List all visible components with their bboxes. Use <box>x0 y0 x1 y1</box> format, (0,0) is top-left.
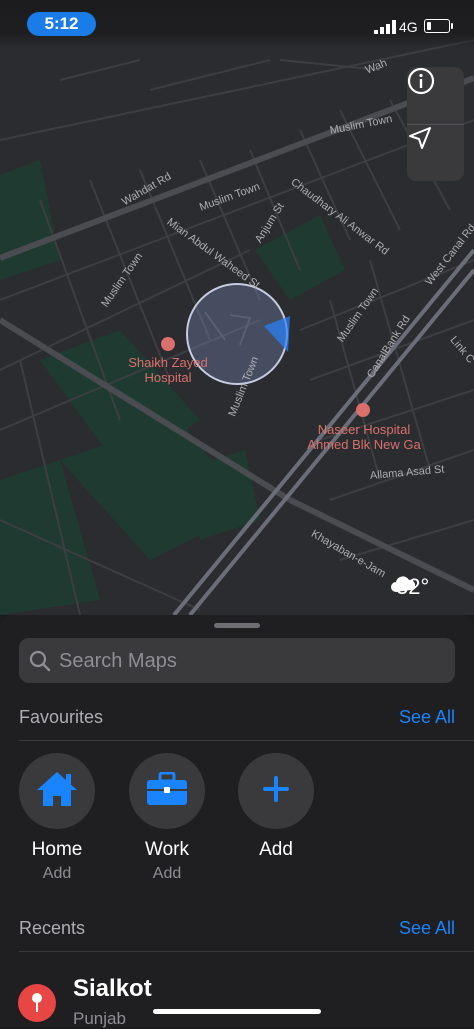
cellular-signal-icon <box>374 20 396 39</box>
recents-title: Recents <box>19 918 86 938</box>
map-controls <box>407 67 464 181</box>
search-input[interactable] <box>57 638 451 685</box>
favourite-subtitle: Add <box>152 865 182 882</box>
status-bar: 5:12 4G <box>0 0 474 48</box>
favourite-home-circle[interactable] <box>19 753 95 829</box>
favourite-work[interactable]: Work Add <box>117 753 217 883</box>
favourite-home[interactable]: Home Add <box>7 753 107 883</box>
weather-widget: 32° <box>390 574 429 600</box>
favourite-add[interactable]: Add <box>226 753 326 861</box>
sheet-grabber[interactable] <box>214 623 260 628</box>
map-view[interactable]: Wahdat Rd Muslim Town Muslim Town Muslim… <box>0 0 474 615</box>
home-indicator[interactable] <box>153 1009 321 1014</box>
battery-icon <box>424 19 453 33</box>
info-button[interactable] <box>407 67 464 124</box>
favourite-title: Home <box>31 839 83 860</box>
map-canvas[interactable] <box>0 0 474 615</box>
favourite-add-circle[interactable] <box>238 753 314 829</box>
favourite-work-circle[interactable] <box>129 753 205 829</box>
recent-title: Sialkot <box>73 975 152 1002</box>
current-location-button[interactable] <box>407 125 464 181</box>
favourites-title: Favourites <box>19 707 104 727</box>
recent-subtitle: Punjab <box>73 1009 126 1028</box>
recent-item-sialkot[interactable]: Sialkot Punjab <box>0 965 474 1028</box>
place-label-naseer-hospital[interactable]: Naseer Hospital Ahmed Blk New Ga <box>302 422 426 452</box>
favourite-subtitle: Add <box>42 865 72 882</box>
favourites-see-all-button[interactable]: See All <box>399 707 455 728</box>
status-time[interactable]: 5:12 <box>27 12 96 36</box>
place-label-sheikh-zayed-hospital[interactable]: Shaikh Zayed Hospital <box>118 355 218 385</box>
network-type: 4G <box>399 19 418 35</box>
pin-icon <box>18 984 56 1022</box>
search-icon <box>29 650 51 677</box>
search-bar[interactable] <box>19 638 455 685</box>
plus-icon <box>261 774 291 809</box>
recents-see-all-button[interactable]: See All <box>399 918 455 939</box>
favourite-title: Work <box>145 839 189 860</box>
briefcase-icon <box>146 771 188 811</box>
favourite-title: Add <box>259 839 293 860</box>
divider <box>19 740 474 741</box>
house-icon <box>35 770 79 813</box>
divider <box>19 951 474 952</box>
bottom-sheet: Favourites See All Home Add <box>0 615 474 1028</box>
